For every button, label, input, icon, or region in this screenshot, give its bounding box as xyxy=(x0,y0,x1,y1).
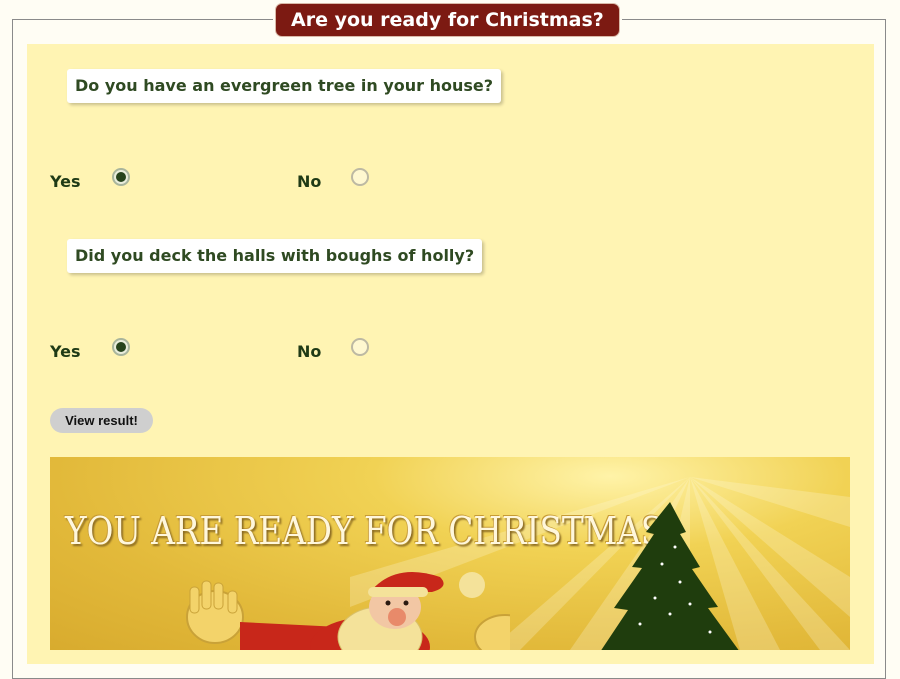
christmas-tree-illustration xyxy=(601,502,739,650)
question-1-text: Do you have an evergreen tree in your ho… xyxy=(67,69,502,103)
q1-yes-label[interactable]: Yes xyxy=(50,173,81,191)
q2-no-label[interactable]: No xyxy=(297,343,321,361)
santa-illustration xyxy=(186,572,510,650)
question-2-text: Did you deck the halls with boughs of ho… xyxy=(67,239,483,273)
q1-no-label[interactable]: No xyxy=(297,173,321,191)
q2-yes-radio[interactable] xyxy=(112,338,130,356)
view-result-button[interactable]: View result! xyxy=(50,408,153,433)
q2-yes-label[interactable]: Yes xyxy=(50,343,81,361)
q1-no-radio[interactable] xyxy=(351,168,369,186)
q2-no-radio[interactable] xyxy=(351,338,369,356)
result-banner-text: YOU ARE READY FOR CHRISTMAS! xyxy=(65,509,677,553)
quiz-title: Are you ready for Christmas? xyxy=(275,3,620,37)
result-image: YOU ARE READY FOR CHRISTMAS! xyxy=(50,457,850,650)
q1-yes-radio[interactable] xyxy=(112,168,130,186)
